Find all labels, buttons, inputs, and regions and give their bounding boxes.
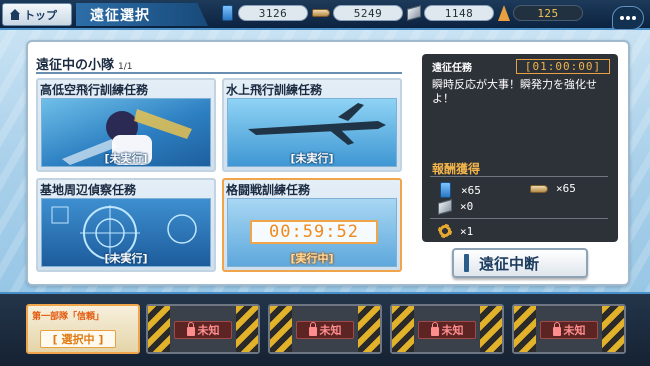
- locked-label: 未知: [540, 321, 598, 339]
- mission-timer: 00:59:52: [250, 220, 378, 244]
- detail-timer: [01:00:00]: [516, 59, 610, 74]
- hazard-stripes: [270, 306, 292, 352]
- fleet-slot-2[interactable]: 未知: [146, 304, 260, 354]
- section-title: 遠征中の小隊 1/1: [36, 54, 402, 74]
- hazard-stripes: [236, 306, 258, 352]
- hazard-stripes: [148, 306, 170, 352]
- steel-value: 1148: [424, 5, 494, 21]
- mission-name: 高低空飛行訓練任務: [40, 82, 149, 97]
- back-label: トップ: [24, 8, 57, 22]
- locked-label: 未知: [174, 321, 232, 339]
- ammo-value: 5249: [333, 5, 403, 21]
- reward-steel-value: ×0: [460, 200, 474, 213]
- top-bar: トップ 遠征選択 3126 5249 1148 125: [0, 0, 650, 30]
- gear-icon: [438, 224, 452, 238]
- mission-name: 基地周辺偵察任務: [40, 182, 137, 197]
- mission-status: [実行中]: [290, 252, 334, 265]
- mission-status: [未実行]: [104, 252, 148, 265]
- reward-gear: ×1: [438, 224, 473, 238]
- steel-resource: 1148: [407, 5, 494, 21]
- fleet-slot-5[interactable]: 未知: [512, 304, 626, 354]
- mission-status: [未実行]: [290, 152, 334, 165]
- fleet-slot-3[interactable]: 未知: [268, 304, 382, 354]
- locked-text: 未知: [563, 324, 586, 337]
- fuel-resource: 3126: [220, 5, 308, 21]
- detail-description: 瞬時反応が大事！瞬発力を強化せよ！: [432, 78, 597, 105]
- reward-divider: [430, 176, 608, 177]
- hazard-stripes: [358, 306, 380, 352]
- page-title: 遠征選択: [76, 3, 208, 26]
- button-bar-icon: [464, 254, 469, 272]
- detail-title: 遠征任務: [432, 63, 472, 74]
- fleet-bar: 第一部隊「信頼」 [ 選択中 ] 未知 未知 未知 未知: [0, 292, 650, 366]
- bauxite-value: 125: [513, 5, 583, 21]
- lock-icon: [308, 322, 317, 336]
- lock-icon: [552, 322, 561, 336]
- bauxite-icon: [498, 5, 510, 21]
- expedition-panel: 遠征中の小隊 1/1 高低空飛行訓練任務 [未実行] 水上飛行訓練任務 [未実行…: [26, 40, 630, 286]
- reward-title: 報酬獲得: [432, 162, 481, 176]
- lock-icon: [186, 322, 195, 336]
- locked-text: 未知: [441, 324, 464, 337]
- squad-count: 1/1: [118, 62, 133, 72]
- locked-text: 未知: [319, 324, 342, 337]
- locked-label: 未知: [418, 321, 476, 339]
- mission-card-seaplane[interactable]: 水上飛行訓練任務 [未実行]: [222, 78, 402, 172]
- mission-detail-panel: 遠征任務 [01:00:00] 瞬時反応が大事！瞬発力を強化せよ！ 報酬獲得 ×…: [422, 54, 618, 242]
- lock-icon: [430, 322, 439, 336]
- hazard-stripes: [392, 306, 414, 352]
- ammo-icon: [530, 184, 548, 193]
- fleet-slot-4[interactable]: 未知: [390, 304, 504, 354]
- reward-ammo-value: ×65: [556, 182, 576, 195]
- chat-icon: [620, 16, 624, 20]
- mission-name: 格闘戦訓練任務: [226, 182, 311, 197]
- fleet-name: 第一部隊「信頼」: [32, 312, 105, 322]
- chat-button[interactable]: [612, 6, 644, 30]
- section-title-text: 遠征中の小隊: [36, 58, 115, 73]
- mission-card-high-low-flight[interactable]: 高低空飛行訓練任務 [未実行]: [36, 78, 216, 172]
- fuel-icon: [222, 5, 233, 21]
- ammo-icon: [312, 9, 330, 17]
- mission-status: [未実行]: [104, 152, 148, 165]
- locked-label: 未知: [296, 321, 354, 339]
- steel-icon: [407, 5, 421, 21]
- hazard-stripes: [480, 306, 502, 352]
- chat-icon-dot: [626, 16, 630, 20]
- steel-icon: [438, 198, 452, 215]
- fuel-icon: [440, 182, 451, 198]
- bauxite-resource: 125: [498, 5, 583, 21]
- fuel-value: 3126: [238, 5, 308, 21]
- stop-expedition-button[interactable]: 遠征中断: [452, 248, 588, 278]
- reward-divider: [430, 218, 608, 219]
- reward-fuel: ×65: [438, 182, 481, 198]
- hazard-stripes: [514, 306, 536, 352]
- resource-bar: 3126 5249 1148 125: [220, 3, 610, 23]
- mission-card-base-recon[interactable]: 基地周辺偵察任務 [未実行]: [36, 178, 216, 272]
- fleet-slot-1[interactable]: 第一部隊「信頼」 [ 選択中 ]: [26, 304, 140, 354]
- mission-card-dogfight[interactable]: 格闘戦訓練任務 00:59:52 [実行中]: [222, 178, 402, 272]
- fleet-state: [ 選択中 ]: [40, 330, 116, 348]
- mission-name: 水上飛行訓練任務: [226, 82, 323, 97]
- reward-gear-value: ×1: [460, 224, 474, 238]
- top-back-button[interactable]: トップ: [2, 3, 72, 26]
- reward-ammo: ×65: [530, 182, 576, 195]
- ammo-resource: 5249: [312, 5, 403, 21]
- stop-expedition-label: 遠征中断: [479, 254, 540, 273]
- reward-fuel-value: ×65: [461, 183, 481, 197]
- reward-steel: ×0: [438, 198, 474, 215]
- hazard-stripes: [602, 306, 624, 352]
- locked-text: 未知: [197, 324, 220, 337]
- home-icon: [9, 8, 21, 21]
- chat-icon-dot: [632, 16, 636, 20]
